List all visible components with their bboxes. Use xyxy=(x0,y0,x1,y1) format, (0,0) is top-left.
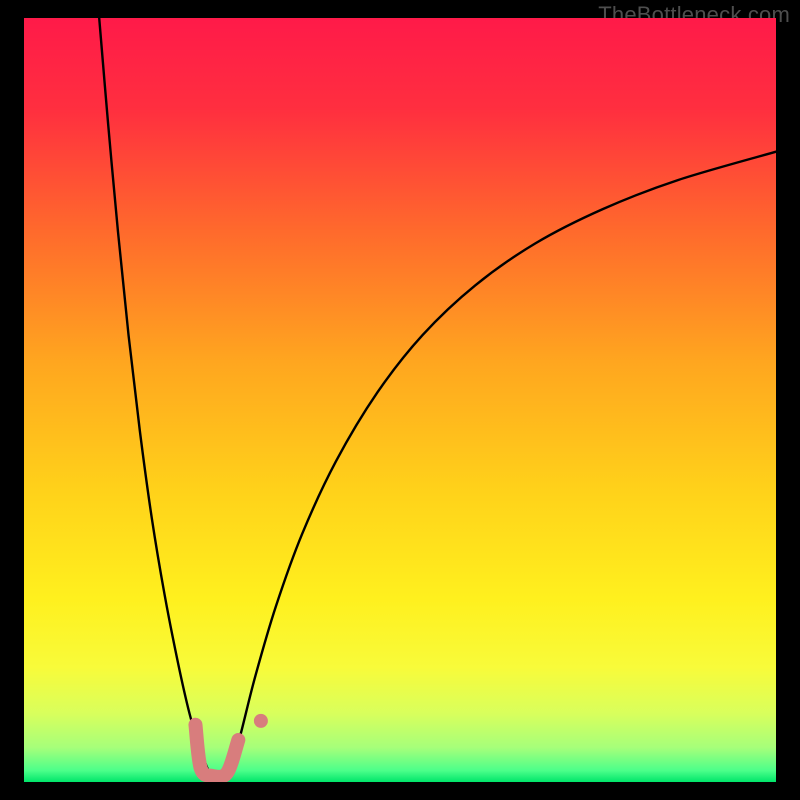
dot-marker xyxy=(254,714,268,728)
chart-frame: TheBottleneck.com xyxy=(0,0,800,800)
chart-plot-area xyxy=(24,18,776,782)
chart-svg xyxy=(24,18,776,782)
